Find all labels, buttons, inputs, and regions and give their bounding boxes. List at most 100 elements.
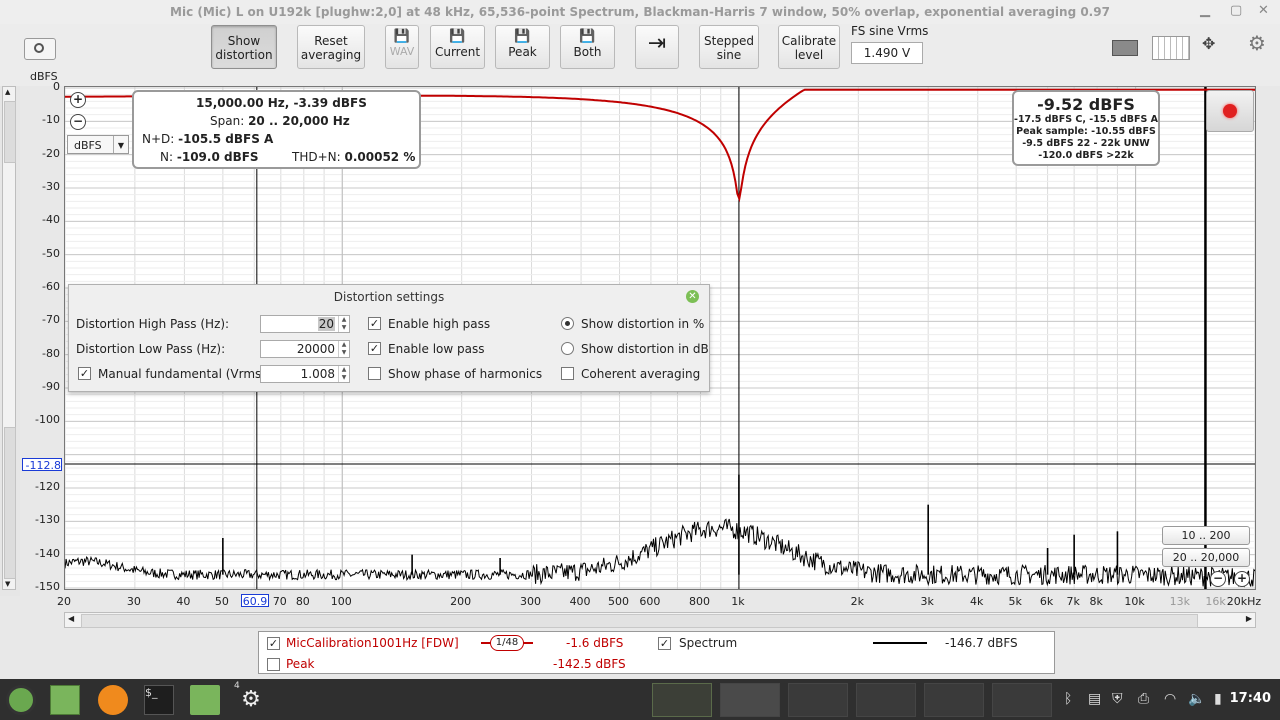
graph-layout-icon[interactable] [1104,36,1140,58]
title-bar: Mic (Mic) L on U192k [plughw:2,0] at 48 … [0,0,1280,25]
x-tick-label: 800 [688,595,710,608]
taskbar-window-1[interactable] [652,683,712,717]
firefox-icon[interactable] [98,685,128,715]
range-20-20000-button[interactable]: 20 .. 20,000 [1162,548,1250,567]
show-distortion-db-radio[interactable] [561,342,574,355]
scroll-down-icon[interactable]: ▼ [5,580,10,588]
calibration-trace-checkbox[interactable]: ✓ [267,637,280,650]
show-distortion-percent-radio[interactable] [561,317,574,330]
zoom-out-icon[interactable]: − [1210,571,1226,587]
fs-sine-vrms: FS sine Vrms 1.490 V [851,24,928,64]
y-tick-label: -30 [42,180,60,193]
x-tick-label: 100 [330,595,352,608]
save-icon: 💾 [579,29,596,44]
fs-sine-value[interactable]: 1.490 V [851,42,923,64]
toolbar: Show distortion Reset averaging 💾 WAV 💾 … [0,24,1280,86]
scroll-thumb[interactable] [81,614,1198,628]
enable-high-pass-checkbox[interactable]: ✓ [368,317,381,330]
scroll-thumb-lower[interactable] [4,427,16,579]
manual-fundamental-checkbox[interactable]: ✓ [78,367,91,380]
x-tick-label: 6k [1039,595,1054,608]
reset-averaging-button[interactable]: Reset averaging [297,25,365,69]
show-desktop-icon[interactable] [50,685,80,715]
record-button[interactable] [1206,90,1254,132]
files-icon[interactable] [190,685,220,715]
y-tick-label: -140 [35,546,60,560]
show-phase-checkbox[interactable] [368,367,381,380]
printer-icon[interactable]: ⎙ [1138,691,1149,707]
taskbar-window-5[interactable] [924,683,984,717]
clipboard-icon[interactable]: ▤ [1088,691,1101,707]
y-tick-label: -100 [35,413,60,427]
smoothing-badge[interactable]: 1/48 [490,635,524,651]
maximize-icon[interactable]: ▢ [1230,3,1242,18]
taskbar-window-4[interactable] [856,683,916,717]
gear-icon[interactable]: ⚙ [1248,31,1266,55]
high-pass-stepper[interactable]: 20 ▲ ▼ [260,315,350,333]
distortion-settings-panel: Distortion settings ✕ Distortion High Pa… [68,284,710,392]
panels-icon[interactable] [1152,36,1190,60]
export-button[interactable]: ⇥ [635,25,679,69]
scroll-right-icon[interactable]: ▶ [1246,614,1252,623]
camera-icon[interactable] [24,38,56,60]
distortion-settings-title: Distortion settings [333,290,445,304]
calibrate-level-button[interactable]: Calibrate level [778,25,840,69]
minimize-icon[interactable]: ▁ [1200,3,1210,18]
y-tick-label: -40 [42,213,60,227]
y-tick-label: -70 [42,313,60,327]
spectrum-trace-checkbox[interactable]: ✓ [658,637,671,650]
fit-view-icon[interactable]: ✥ [1202,34,1215,53]
bluetooth-icon[interactable]: ᛒ [1064,691,1072,707]
wifi-icon[interactable]: ◠ [1164,691,1176,707]
vertical-scrollbar[interactable]: ▲ ▼ [2,86,16,590]
zoom-out-icon[interactable]: − [70,114,86,130]
spectrum-trace [65,518,1255,588]
taskbar-window-3[interactable] [788,683,848,717]
stepper-arrows-icon[interactable]: ▲ ▼ [338,366,349,382]
save-both-button[interactable]: 💾 Both [560,25,615,69]
y-tick-label: -60 [42,280,60,293]
wav-button[interactable]: 💾 WAV [385,25,419,69]
spectrum-trace-value: -146.7 dBFS [945,636,1018,650]
stepper-arrows-icon[interactable]: ▲ ▼ [338,316,349,332]
show-distortion-button[interactable]: Show distortion [211,25,277,69]
chevron-down-icon: ▼ [113,136,128,153]
low-pass-stepper[interactable]: 20000 ▲ ▼ [260,340,350,358]
volume-icon[interactable]: 🔈 [1188,691,1205,707]
y-tick-label: -90 [42,380,60,393]
horizontal-scrollbar[interactable]: ◀ ▶ [64,612,1256,628]
stepper-arrows-icon[interactable]: ▲ ▼ [338,341,349,357]
x-tick-label: 30 [126,595,141,608]
y-tick-label: -50 [42,246,60,260]
x-tick-label: 300 [520,595,542,608]
coherent-averaging-checkbox[interactable] [561,367,574,380]
manual-fundamental-stepper[interactable]: 1.008 ▲ ▼ [260,365,350,383]
spectrum-trace-swatch [873,642,927,644]
peak-trace-checkbox[interactable] [267,658,280,671]
gear-icon[interactable]: ⚙ [236,685,266,715]
close-icon[interactable]: ✕ [1258,3,1269,18]
zoom-in-icon[interactable]: + [70,92,86,108]
save-icon: 💾 [449,29,466,44]
shield-icon[interactable]: ⛨ [1112,691,1123,707]
close-icon[interactable]: ✕ [686,290,699,303]
scroll-thumb[interactable] [4,101,16,163]
enable-low-pass-checkbox[interactable]: ✓ [368,342,381,355]
zoom-in-icon[interactable]: + [1234,571,1250,587]
scroll-up-icon[interactable]: ▲ [5,88,10,96]
unit-select[interactable]: dBFS ▼ [67,135,129,154]
x-tick-label: 8k [1089,595,1103,608]
terminal-icon[interactable]: $_ [144,685,174,715]
x-tick-label: 10k [1124,595,1145,608]
taskbar-window-6[interactable] [992,683,1052,717]
save-current-button[interactable]: 💾 Current [430,25,485,69]
taskbar-window-2[interactable] [720,683,780,717]
stepped-sine-button[interactable]: Stepped sine [699,25,759,69]
y-tick-label: -80 [42,346,60,360]
scroll-left-icon[interactable]: ◀ [68,614,74,623]
save-peak-button[interactable]: 💾 Peak [495,25,550,69]
battery-icon[interactable]: ▮ [1214,691,1222,707]
range-10-200-button[interactable]: 10 .. 200 [1162,526,1250,545]
window-count-badge: 4 [234,681,240,691]
mint-menu-icon[interactable] [6,685,36,715]
